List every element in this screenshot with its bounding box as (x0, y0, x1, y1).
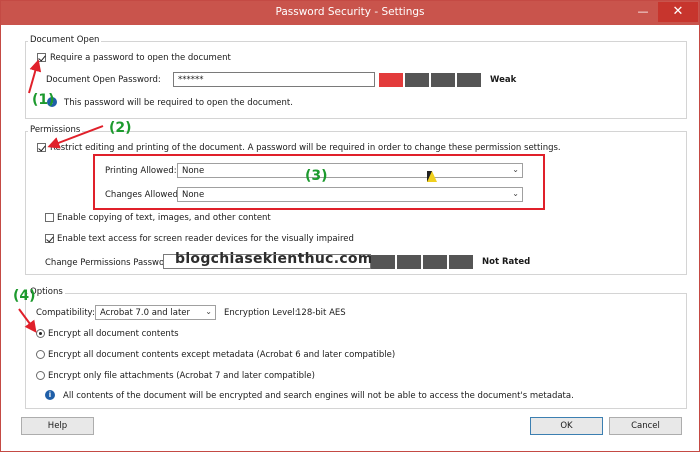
close-icon[interactable]: ✕ (658, 2, 698, 22)
minimize-icon[interactable]: — (630, 2, 656, 22)
title-bar: Password Security - Settings — ✕ (1, 1, 699, 25)
arrow-2 (47, 125, 104, 149)
window-title: Password Security - Settings (275, 6, 425, 18)
arrow-4 (18, 308, 37, 333)
arrow-1 (28, 59, 42, 94)
dialog-window: Password Security - Settings — ✕ Documen… (0, 0, 700, 452)
dialog-body: Document Open Require a password to open… (5, 25, 695, 449)
annotation-arrows (18, 59, 104, 333)
